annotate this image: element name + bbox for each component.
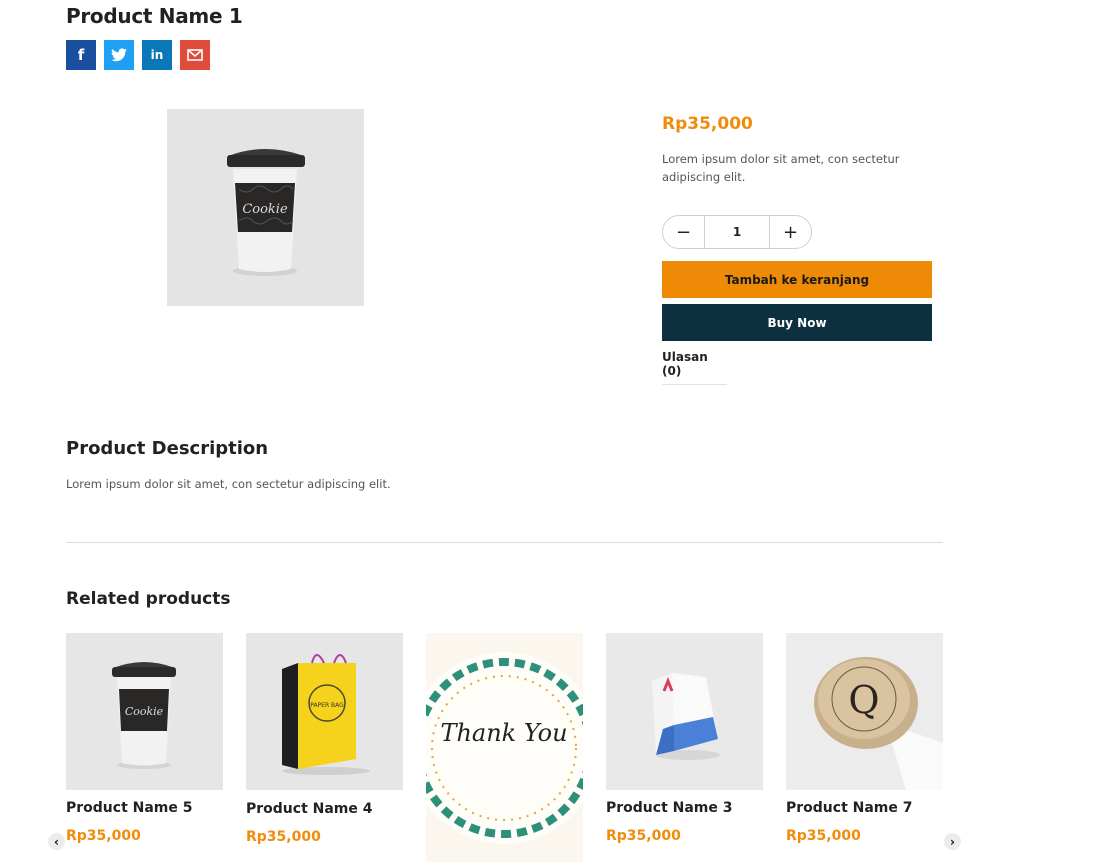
description-heading: Product Description	[66, 438, 269, 459]
carousel-next-button[interactable]: ›	[944, 833, 961, 850]
facebook-share-button[interactable]: f	[66, 40, 96, 70]
cup-label: Cookie	[242, 202, 288, 217]
quantity-input[interactable]: 1	[704, 216, 770, 248]
linkedin-icon: in	[150, 48, 164, 62]
twitter-share-button[interactable]	[104, 40, 134, 70]
product-main-image[interactable]: Cookie	[167, 109, 364, 306]
related-product-card[interactable]: Q Product Name 7 Rp35,000	[786, 633, 943, 844]
paper-bag-image: PAPER BAG	[246, 633, 403, 790]
buy-now-button[interactable]: Buy Now	[662, 304, 932, 341]
cup-label: Cookie	[125, 705, 164, 718]
tab-reviews[interactable]: Ulasan (0)	[662, 350, 727, 385]
product-price: Rp35,000	[246, 829, 321, 845]
decrease-quantity-button[interactable]: −	[663, 216, 704, 248]
product-name[interactable]: Product Name 4	[246, 801, 403, 817]
minus-icon: −	[675, 221, 692, 243]
product-name[interactable]: Product Name 7	[786, 800, 943, 816]
twitter-icon	[111, 48, 127, 62]
share-buttons: f in	[66, 40, 210, 70]
bag-label: PAPER BAG	[310, 702, 344, 709]
product-title: Product Name 1	[66, 4, 243, 28]
related-products-heading: Related products	[66, 589, 231, 609]
product-thumbnail[interactable]: Cookie	[66, 633, 223, 790]
wine-cork-image: Q	[786, 633, 943, 790]
cork-letter: Q	[848, 678, 879, 722]
thank-you-sticker-image: Thank You	[426, 633, 583, 862]
description-text: Lorem ipsum dolor sit amet, con sectetur…	[66, 477, 391, 491]
box-image	[606, 633, 763, 790]
product-name[interactable]: Product Name 5	[66, 800, 223, 816]
related-product-card[interactable]: PAPER BAG Product Name 4 Rp35,000	[246, 633, 403, 845]
chevron-left-icon: ‹	[54, 834, 59, 849]
product-price: Rp35,000	[786, 828, 861, 844]
product-price: Rp35,000	[66, 828, 141, 844]
linkedin-share-button[interactable]: in	[142, 40, 172, 70]
related-product-card[interactable]: Cookie Product Name 5 Rp35,000	[66, 633, 223, 844]
add-to-cart-button[interactable]: Tambah ke keranjang	[662, 261, 932, 298]
product-price: Rp35,000	[606, 828, 681, 844]
quantity-stepper[interactable]: − 1 +	[662, 215, 812, 249]
coffee-cup-image: Cookie	[167, 109, 364, 306]
product-name[interactable]: Product Name 3	[606, 800, 763, 816]
plus-icon: +	[782, 221, 799, 243]
facebook-icon: f	[77, 46, 85, 64]
sticker-text: Thank You	[440, 719, 567, 747]
section-divider	[66, 542, 943, 543]
email-share-button[interactable]	[180, 40, 210, 70]
chevron-right-icon: ›	[950, 834, 955, 849]
coffee-cup-image: Cookie	[66, 633, 223, 790]
product-thumbnail[interactable]	[606, 633, 763, 790]
related-product-card[interactable]: Thank You	[426, 633, 583, 862]
product-thumbnail[interactable]: Q	[786, 633, 943, 790]
product-short-description: Lorem ipsum dolor sit amet, con sectetur…	[662, 152, 900, 184]
envelope-icon	[187, 49, 203, 61]
product-thumbnail[interactable]: PAPER BAG	[246, 633, 403, 790]
related-product-card[interactable]: Product Name 3 Rp35,000	[606, 633, 763, 844]
product-price: Rp35,000	[662, 114, 753, 134]
increase-quantity-button[interactable]: +	[770, 216, 811, 248]
carousel-prev-button[interactable]: ‹	[48, 833, 65, 850]
